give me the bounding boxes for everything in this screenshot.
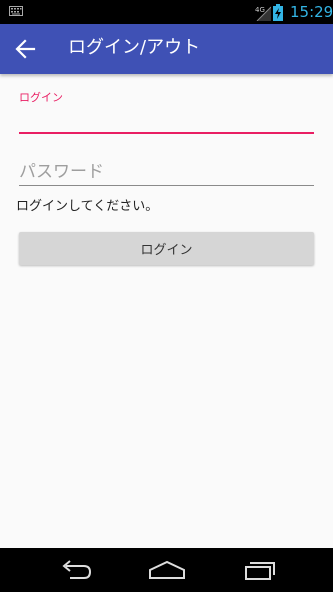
battery-charging-icon xyxy=(273,4,283,21)
login-button[interactable]: ログイン xyxy=(19,232,314,265)
login-id-field[interactable] xyxy=(19,106,314,134)
recents-nav-icon[interactable] xyxy=(240,558,280,582)
password-field[interactable] xyxy=(19,158,314,186)
home-nav-icon[interactable] xyxy=(147,558,187,582)
status-bar: 4G 15:29 xyxy=(0,0,333,24)
network-label: 4G xyxy=(255,6,265,14)
app-bar: ログイン/アウト xyxy=(0,24,333,74)
status-message: ログインしてください。 xyxy=(16,199,159,214)
back-nav-icon[interactable] xyxy=(56,558,96,582)
status-clock: 15:29 xyxy=(290,3,333,21)
user-field-label: ログイン xyxy=(19,91,63,104)
arrow-left-icon[interactable] xyxy=(14,38,36,60)
keyboard-icon xyxy=(9,6,23,16)
page-title: ログイン/アウト xyxy=(68,37,201,58)
navigation-bar xyxy=(0,548,333,592)
signal-icon: 4G xyxy=(255,6,271,21)
